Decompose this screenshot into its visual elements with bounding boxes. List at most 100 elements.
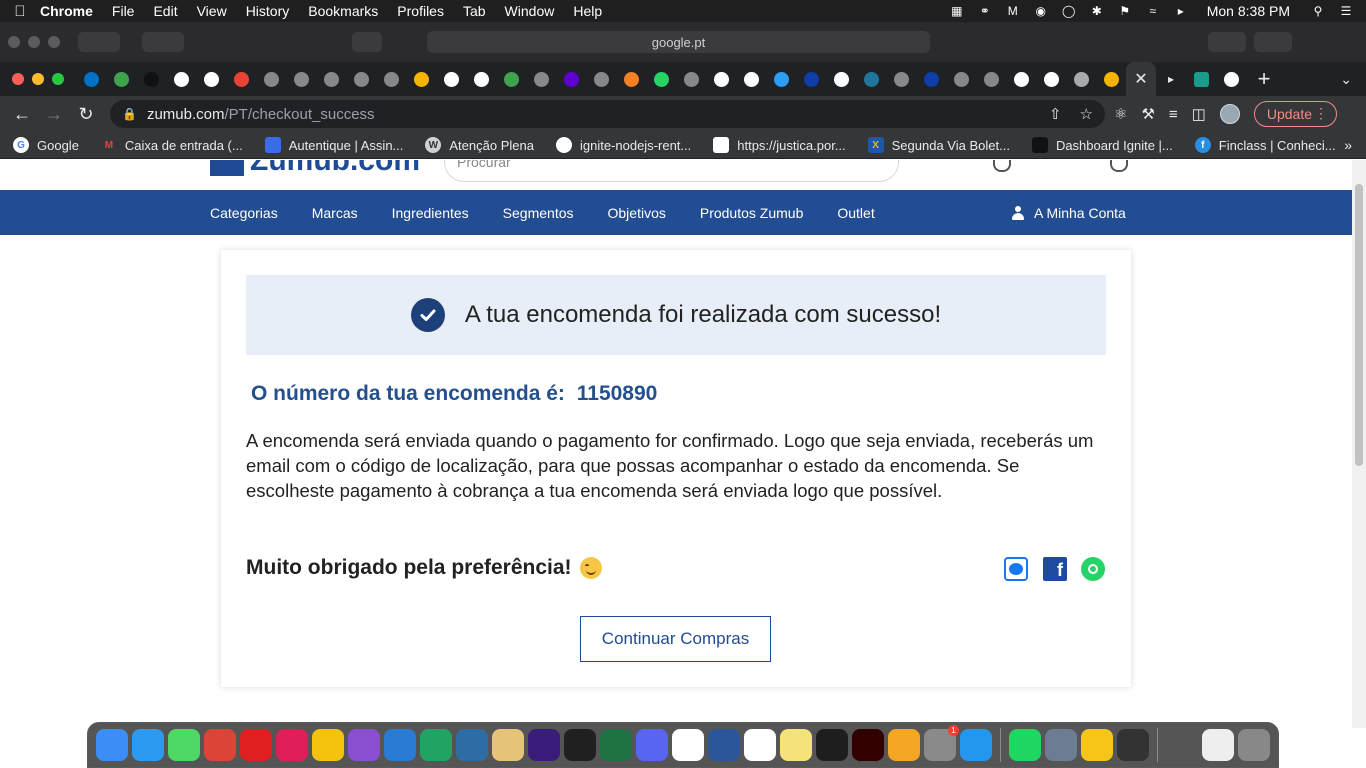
tab-1[interactable] — [106, 62, 136, 96]
tab-extra[interactable] — [1186, 62, 1216, 96]
gmail-status-icon[interactable]: M — [1005, 4, 1021, 18]
tab-18[interactable] — [616, 62, 646, 96]
tab-27[interactable] — [886, 62, 916, 96]
nav-categorias[interactable]: Categorias — [210, 205, 278, 221]
tab-16[interactable] — [556, 62, 586, 96]
creative-cloud-icon[interactable]: ⚭ — [977, 4, 993, 18]
tab-0[interactable] — [76, 62, 106, 96]
dock-app-icon[interactable] — [1081, 729, 1113, 761]
back-arrow-icon[interactable]: ← — [6, 104, 38, 125]
menu-clock[interactable]: Mon 8:38 PM — [1207, 3, 1290, 19]
safari-address-bar[interactable]: google.pt — [427, 31, 930, 53]
dock-app-icon[interactable] — [276, 729, 308, 761]
phone-icon[interactable] — [993, 160, 1011, 172]
dock-app-icon[interactable] — [1009, 729, 1041, 761]
tab-google[interactable] — [1216, 62, 1246, 96]
dock-app-icon[interactable] — [564, 729, 596, 761]
volume-icon[interactable]: ▸ — [1173, 4, 1189, 18]
glasses-icon[interactable]: ◯ — [1061, 4, 1077, 18]
address-bar[interactable]: 🔒 zumub.com/PT/checkout_success ⇧ ☆ — [110, 100, 1105, 128]
dock-app-icon[interactable] — [1117, 729, 1149, 761]
dock-app-icon[interactable] — [852, 729, 884, 761]
tab-34[interactable] — [1096, 62, 1126, 96]
minimize-window-button[interactable] — [32, 73, 44, 85]
more-menu-icon[interactable]: ⋮ — [1314, 105, 1328, 122]
dock-app-icon[interactable] — [384, 729, 416, 761]
dock-app-icon[interactable] — [1045, 729, 1077, 761]
tab-28[interactable] — [916, 62, 946, 96]
bookmark-google[interactable]: G Google — [13, 137, 79, 153]
dock-app-icon[interactable] — [924, 725, 959, 761]
spotlight-search-icon[interactable]: ⚲ — [1310, 4, 1326, 18]
dock-app-icon[interactable] — [708, 729, 740, 761]
dock-app-icon[interactable] — [888, 729, 920, 761]
nav-segmentos[interactable]: Segmentos — [503, 205, 574, 221]
tab-23[interactable] — [766, 62, 796, 96]
nav-outlet[interactable]: Outlet — [837, 205, 874, 221]
share-icon[interactable]: ⇧ — [1049, 105, 1062, 123]
dock-app-icon[interactable] — [960, 729, 992, 761]
tab-20[interactable] — [676, 62, 706, 96]
menu-history[interactable]: History — [246, 3, 290, 19]
tab-5[interactable] — [226, 62, 256, 96]
tab-7[interactable] — [286, 62, 316, 96]
tab-19[interactable] — [646, 62, 676, 96]
tab-26[interactable] — [856, 62, 886, 96]
update-button[interactable]: Update ⋮ — [1253, 101, 1338, 127]
dock-app-icon[interactable] — [96, 729, 128, 761]
us-flag-icon[interactable]: ⚑ — [1117, 4, 1133, 18]
dock-app-icon[interactable] — [492, 729, 524, 761]
zoom-window-button[interactable] — [52, 73, 64, 85]
dock-app-icon[interactable] — [168, 729, 200, 761]
tab-3[interactable] — [166, 62, 196, 96]
dock-app-icon[interactable] — [636, 729, 668, 761]
menu-help[interactable]: Help — [573, 3, 602, 19]
dock-app-icon[interactable] — [132, 729, 164, 761]
tab-32[interactable] — [1036, 62, 1066, 96]
menu-edit[interactable]: Edit — [153, 3, 177, 19]
bookmark-justica[interactable]: https://justica.por... — [713, 137, 846, 153]
menu-tab[interactable]: Tab — [463, 3, 486, 19]
scrollbar-thumb[interactable] — [1355, 184, 1363, 466]
menu-bookmarks[interactable]: Bookmarks — [308, 3, 378, 19]
menu-app-name[interactable]: Chrome — [40, 3, 93, 19]
bookmark-gmail[interactable]: M Caixa de entrada (... — [101, 137, 243, 153]
bookmark-finclass[interactable]: f Finclass | Conheci... — [1194, 137, 1336, 153]
close-window-button[interactable] — [12, 73, 24, 85]
safari-back-forward-buttons[interactable] — [78, 32, 120, 52]
apple-icon[interactable]:  — [0, 3, 40, 20]
tab-12[interactable] — [436, 62, 466, 96]
dock-app-icon[interactable] — [420, 729, 452, 761]
dock-app-icon[interactable] — [600, 729, 632, 761]
dock-app-icon[interactable] — [744, 729, 776, 761]
menu-view[interactable]: View — [197, 3, 227, 19]
tab-30[interactable] — [976, 62, 1006, 96]
docker-status-icon[interactable]: ▦ — [949, 4, 965, 18]
tab-22[interactable] — [736, 62, 766, 96]
bookmarks-overflow-icon[interactable]: » — [1344, 137, 1352, 153]
tab-8[interactable] — [316, 62, 346, 96]
safari-share-button[interactable] — [1208, 32, 1246, 52]
dock-app-icon[interactable] — [348, 729, 380, 761]
tab-29[interactable] — [946, 62, 976, 96]
bluetooth-icon[interactable]: ✱ — [1089, 4, 1105, 18]
tab-search-chevron-icon[interactable]: ⌄ — [1340, 71, 1352, 88]
tab-11[interactable] — [406, 62, 436, 96]
safari-sidebar-button[interactable] — [142, 32, 184, 52]
bookmark-ignite-repo[interactable]: ignite-nodejs-rent... — [555, 137, 691, 153]
dock-app-icon[interactable] — [816, 729, 848, 761]
profile-avatar[interactable] — [1219, 104, 1240, 124]
lock-icon[interactable]: 🔒 — [122, 107, 137, 121]
dock-app-icon[interactable] — [204, 729, 236, 761]
tab-6[interactable] — [256, 62, 286, 96]
tab-2[interactable] — [136, 62, 166, 96]
nav-ingredientes[interactable]: Ingredientes — [392, 205, 469, 221]
tab-24[interactable] — [796, 62, 826, 96]
extensions-puzzle-icon[interactable]: ⚒ — [1141, 105, 1154, 123]
bookmark-autentique[interactable]: Autentique | Assin... — [264, 137, 403, 153]
dock-app-icon[interactable] — [528, 729, 560, 761]
dock-app-icon[interactable] — [1238, 729, 1270, 761]
close-tab-icon[interactable]: ✕ — [1134, 69, 1147, 89]
dock-app-icon[interactable] — [456, 729, 488, 761]
monitor-status-icon[interactable]: ◉ — [1033, 4, 1049, 18]
